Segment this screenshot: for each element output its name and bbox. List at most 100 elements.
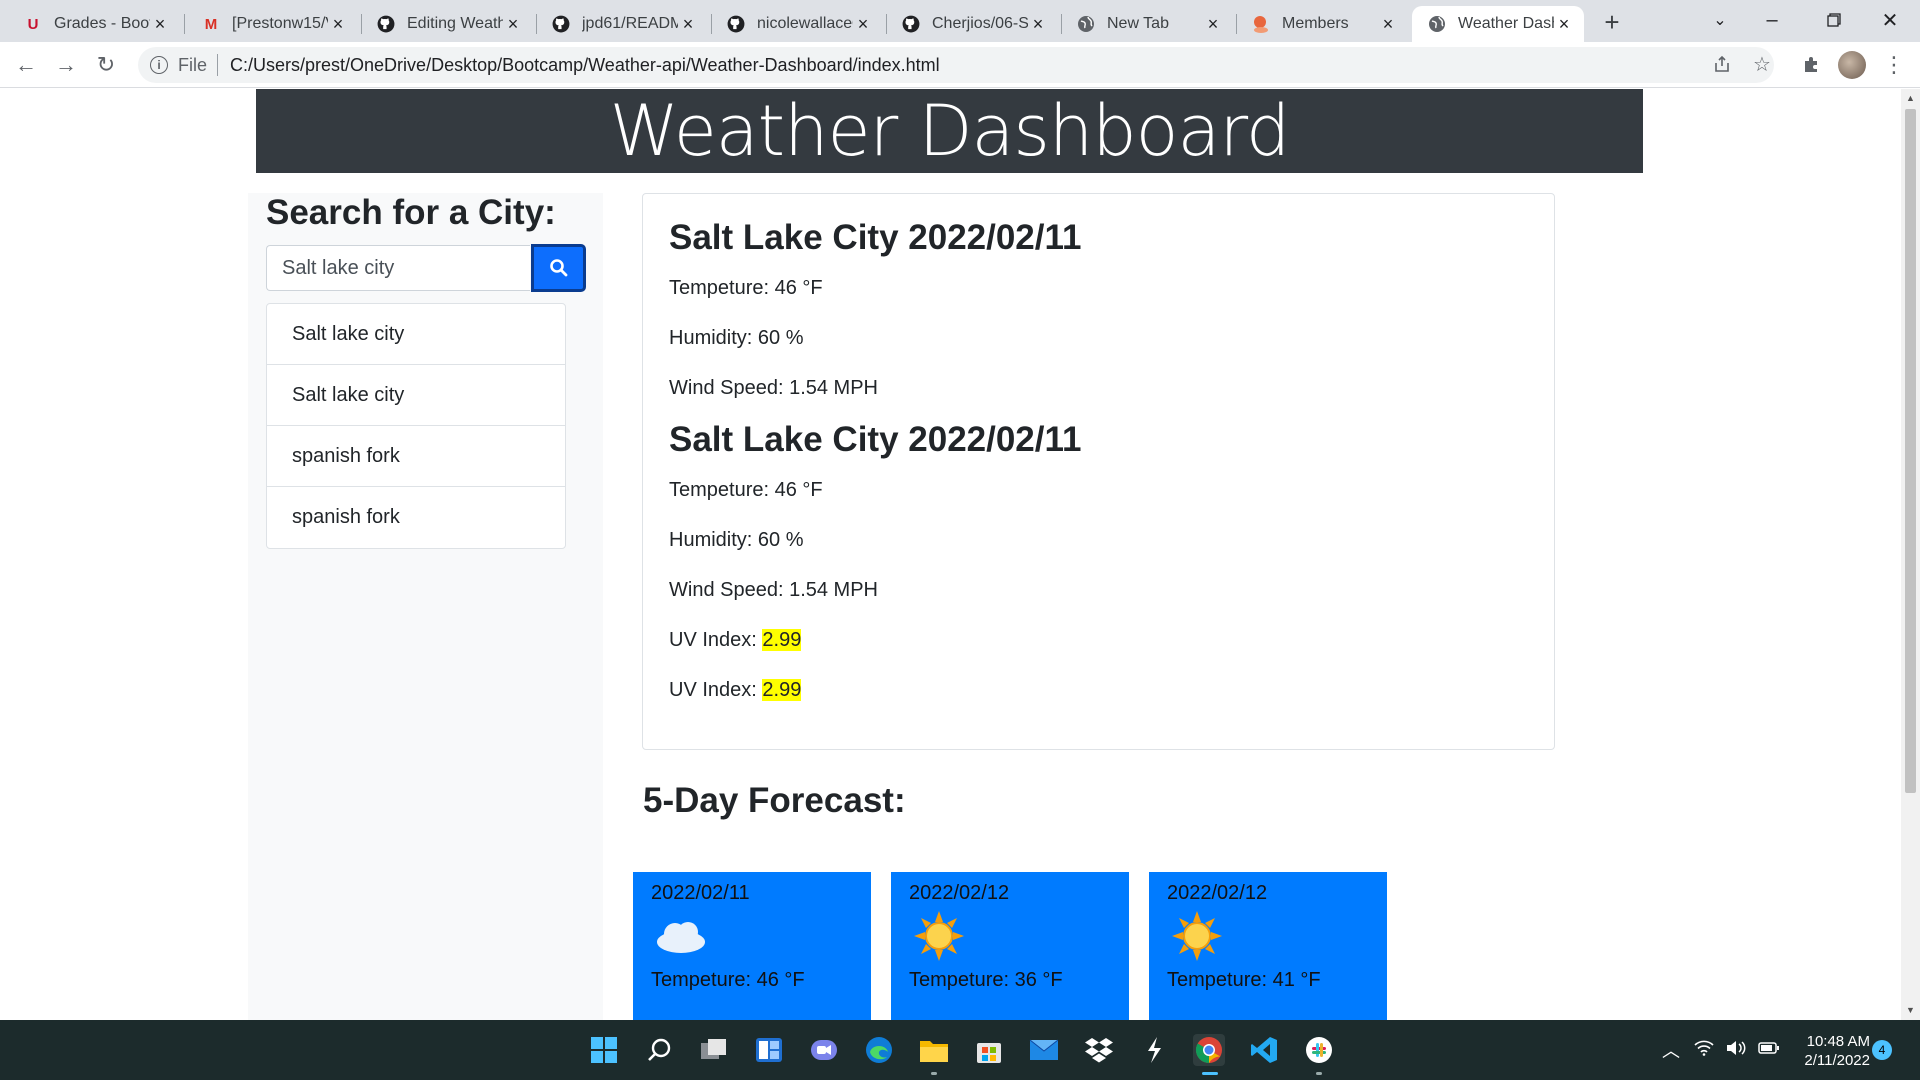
- history-item[interactable]: spanish fork: [267, 487, 565, 548]
- task-view-icon[interactable]: [698, 1034, 730, 1066]
- close-icon[interactable]: ×: [853, 14, 873, 34]
- tab-gmail[interactable]: M [Prestonw15/V ×: [186, 6, 358, 42]
- github-icon: [902, 15, 920, 33]
- tab-label: Cherjios/06-Se: [932, 15, 1028, 32]
- scroll-up-icon[interactable]: ▲: [1905, 93, 1916, 103]
- uv-index-label: UV Index:: [669, 679, 763, 701]
- tab-search-icon[interactable]: ⌄: [1704, 4, 1736, 36]
- address-url: C:/Users/prest/OneDrive/Desktop/Bootcamp…: [230, 54, 940, 75]
- u-logo-icon: U: [27, 15, 39, 33]
- close-icon[interactable]: ×: [1378, 14, 1398, 34]
- search-button[interactable]: [531, 244, 586, 292]
- address-bar[interactable]: i File C:/Users/prest/OneDrive/Desktop/B…: [138, 47, 1774, 83]
- tab-label: Grades - Boot: [54, 15, 150, 32]
- browser-menu-icon[interactable]: ⋮: [1882, 51, 1906, 79]
- github-icon: [377, 15, 395, 33]
- forecast-card: 2022/02/11 Tempeture: 46 °F: [633, 872, 871, 1020]
- tab-label: New Tab: [1107, 15, 1169, 32]
- history-item[interactable]: Salt lake city: [267, 304, 565, 365]
- forecast-card: 2022/02/12 Tempeture: 36 °F: [891, 872, 1129, 1020]
- chevron-up-icon[interactable]: ︿: [1662, 1037, 1680, 1063]
- wind-speed-text: Wind Speed: 1.54 MPH: [669, 377, 878, 399]
- uv-index-value: 2.99: [762, 629, 802, 651]
- history-item[interactable]: Salt lake city: [267, 365, 565, 426]
- scroll-down-icon[interactable]: ▼: [1905, 1005, 1916, 1015]
- close-icon[interactable]: ×: [503, 14, 523, 34]
- restore-button[interactable]: [1818, 4, 1850, 36]
- forward-icon[interactable]: →: [52, 51, 80, 79]
- forecast-heading: 5-Day Forecast:: [643, 781, 906, 820]
- close-icon[interactable]: ×: [328, 14, 348, 34]
- notification-badge[interactable]: 4: [1872, 1040, 1892, 1060]
- extensions-icon[interactable]: [1797, 50, 1825, 78]
- tab-new-tab[interactable]: New Tab ×: [1061, 6, 1233, 42]
- tab-label: Editing Weath: [407, 15, 503, 32]
- reload-icon[interactable]: ↻: [92, 51, 120, 79]
- search-icon[interactable]: [643, 1034, 675, 1066]
- share-icon[interactable]: [1708, 50, 1736, 78]
- vscode-icon[interactable]: [1248, 1034, 1280, 1066]
- close-icon[interactable]: ×: [150, 14, 170, 34]
- teams-chat-icon[interactable]: [808, 1034, 840, 1066]
- search-heading: Search for a City:: [266, 193, 556, 232]
- tab-label: jpd61/READM: [582, 15, 678, 32]
- forecast-card: 2022/02/12 Tempeture: 41 °F: [1149, 872, 1387, 1020]
- city-title: Salt Lake City 2022/02/11: [669, 218, 1082, 257]
- current-weather-card: Salt Lake City 2022/02/11 Tempeture: 46 …: [642, 193, 1555, 750]
- battery-icon[interactable]: [1758, 1040, 1780, 1061]
- microsoft-store-icon[interactable]: [973, 1034, 1005, 1066]
- slack-icon[interactable]: [1303, 1034, 1335, 1066]
- close-window-button[interactable]: ✕: [1874, 4, 1906, 36]
- volume-icon[interactable]: [1726, 1040, 1746, 1061]
- wifi-icon[interactable]: [1694, 1040, 1714, 1061]
- github-icon: [727, 15, 745, 33]
- close-icon[interactable]: ×: [678, 14, 698, 34]
- new-tab-button[interactable]: +: [1598, 7, 1626, 37]
- terminal-app-icon[interactable]: [1138, 1034, 1170, 1066]
- chrome-icon[interactable]: [1193, 1034, 1225, 1066]
- tab-github-editing[interactable]: Editing Weath ×: [361, 6, 533, 42]
- page-scrollbar[interactable]: ▲ ▼: [1901, 89, 1920, 1020]
- search-history-list: Salt lake city Salt lake city spanish fo…: [266, 303, 566, 549]
- close-icon[interactable]: ×: [1203, 14, 1223, 34]
- humidity-text: Humidity: 60 %: [669, 529, 804, 551]
- page-header: Weather Dashboard: [256, 89, 1643, 173]
- tab-github-nicole[interactable]: nicolewallace0 ×: [711, 6, 883, 42]
- temperature-text: Tempeture: 46 °F: [669, 479, 823, 501]
- close-icon[interactable]: ×: [1028, 14, 1048, 34]
- info-icon[interactable]: i: [150, 56, 168, 74]
- globe-icon: [1428, 15, 1446, 33]
- search-sidebar: Search for a City: Salt lake city Salt l…: [248, 193, 603, 1020]
- tab-github-readme[interactable]: jpd61/READM ×: [536, 6, 708, 42]
- forecast-temperature: Tempeture: 46 °F: [651, 969, 805, 991]
- browser-tab-bar: U Grades - Boot × M [Prestonw15/V × Edit…: [0, 0, 1920, 42]
- uv-index-label: UV Index:: [669, 629, 763, 651]
- close-icon[interactable]: ×: [1554, 14, 1574, 34]
- minimize-button[interactable]: –: [1756, 4, 1788, 36]
- scrollbar-thumb[interactable]: [1905, 109, 1916, 793]
- dropbox-icon[interactable]: [1083, 1034, 1115, 1066]
- edge-browser-icon[interactable]: [863, 1034, 895, 1066]
- system-tray: ︿: [1662, 1032, 1780, 1068]
- tab-github-cherjios[interactable]: Cherjios/06-Se ×: [886, 6, 1058, 42]
- uv-index-line: UV Index: 2.99: [669, 679, 802, 702]
- mail-icon[interactable]: [1028, 1034, 1060, 1066]
- bookmark-star-icon[interactable]: ☆: [1748, 50, 1776, 78]
- tab-weather-dashboard[interactable]: Weather Dash ×: [1412, 6, 1584, 42]
- system-clock[interactable]: 10:48 AM 2/11/2022: [1790, 1032, 1870, 1070]
- back-icon[interactable]: ←: [12, 51, 40, 79]
- cloud-icon: [657, 922, 705, 953]
- forecast-temperature: Tempeture: 36 °F: [909, 969, 1063, 991]
- tab-grades[interactable]: U Grades - Boot ×: [8, 6, 180, 42]
- profile-avatar[interactable]: [1838, 51, 1866, 79]
- history-item[interactable]: spanish fork: [267, 426, 565, 487]
- city-search-input[interactable]: [266, 245, 530, 291]
- tab-members[interactable]: Members ×: [1236, 6, 1408, 42]
- sun-icon: [914, 911, 964, 961]
- file-explorer-icon[interactable]: [918, 1034, 950, 1066]
- address-protocol: File: [178, 54, 208, 75]
- windows-start-icon[interactable]: [588, 1034, 620, 1066]
- widgets-icon[interactable]: [753, 1034, 785, 1066]
- clock-date: 2/11/2022: [1804, 1052, 1870, 1069]
- tab-label: Members: [1282, 15, 1349, 32]
